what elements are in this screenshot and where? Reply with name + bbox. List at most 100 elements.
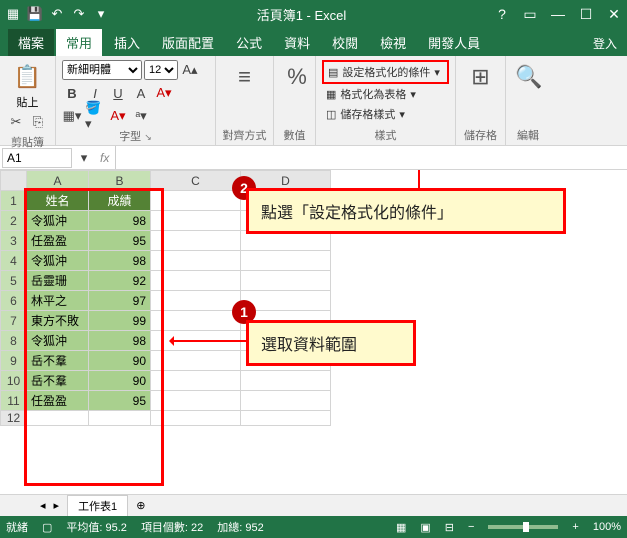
- cell[interactable]: 90: [89, 371, 151, 391]
- tab-home[interactable]: 常用: [56, 29, 102, 56]
- sheet-tab[interactable]: 工作表1: [67, 495, 128, 516]
- conditional-formatting-button[interactable]: ▤ 設定格式化的條件 ▾: [322, 60, 449, 84]
- tab-formulas[interactable]: 公式: [226, 29, 272, 56]
- namebox-dropdown-icon[interactable]: ▾: [74, 148, 94, 168]
- cell[interactable]: 95: [89, 391, 151, 411]
- cell[interactable]: 任盈盈: [27, 231, 89, 251]
- cell[interactable]: [241, 411, 331, 426]
- cell[interactable]: [151, 191, 241, 211]
- help-icon[interactable]: ?: [493, 6, 511, 23]
- fill-color-icon[interactable]: 🪣▾: [85, 106, 105, 126]
- cell[interactable]: 林平之: [27, 291, 89, 311]
- cell[interactable]: [89, 411, 151, 426]
- qat-dropdown-icon[interactable]: ▾: [92, 5, 110, 23]
- row-header[interactable]: 7: [1, 311, 27, 331]
- cell[interactable]: [151, 271, 241, 291]
- cell[interactable]: 任盈盈: [27, 391, 89, 411]
- tab-layout[interactable]: 版面配置: [152, 29, 224, 56]
- sheet-nav-next-icon[interactable]: ▸: [54, 499, 60, 512]
- maximize-icon[interactable]: ☐: [577, 6, 595, 23]
- sign-in-link[interactable]: 登入: [583, 31, 627, 56]
- cell[interactable]: 岳不羣: [27, 351, 89, 371]
- cell[interactable]: 東方不敗: [27, 311, 89, 331]
- zoom-slider[interactable]: [488, 525, 558, 529]
- cell[interactable]: 98: [89, 251, 151, 271]
- cell-styles-button[interactable]: ◫ 儲存格樣式 ▾: [322, 104, 449, 124]
- cell[interactable]: 岳靈珊: [27, 271, 89, 291]
- row-header[interactable]: 3: [1, 231, 27, 251]
- cell[interactable]: 90: [89, 351, 151, 371]
- row-header[interactable]: 6: [1, 291, 27, 311]
- row-header[interactable]: 8: [1, 331, 27, 351]
- row-header[interactable]: 10: [1, 371, 27, 391]
- row-header[interactable]: 4: [1, 251, 27, 271]
- zoom-out-icon[interactable]: −: [468, 521, 474, 533]
- cell[interactable]: [151, 351, 241, 371]
- cell[interactable]: [151, 231, 241, 251]
- bold-button[interactable]: B: [62, 83, 82, 103]
- cell[interactable]: [27, 411, 89, 426]
- cell[interactable]: [241, 251, 331, 271]
- tab-review[interactable]: 校閱: [322, 29, 368, 56]
- cell[interactable]: [241, 391, 331, 411]
- cell[interactable]: [151, 211, 241, 231]
- cell[interactable]: 成績: [89, 191, 151, 211]
- tab-insert[interactable]: 插入: [104, 29, 150, 56]
- col-header-a[interactable]: A: [27, 171, 89, 191]
- row-header[interactable]: 2: [1, 211, 27, 231]
- font-name-select[interactable]: 新細明體: [62, 60, 142, 80]
- format-as-table-button[interactable]: ▦ 格式化為表格 ▾: [322, 84, 449, 104]
- col-header-b[interactable]: B: [89, 171, 151, 191]
- name-box[interactable]: [2, 148, 72, 168]
- row-header[interactable]: 9: [1, 351, 27, 371]
- select-all-corner[interactable]: [1, 171, 27, 191]
- cell[interactable]: [151, 371, 241, 391]
- paste-button[interactable]: 貼上: [6, 94, 49, 110]
- cell[interactable]: 99: [89, 311, 151, 331]
- font-dialog-launcher[interactable]: ↘: [144, 132, 152, 142]
- row-header[interactable]: 1: [1, 191, 27, 211]
- close-icon[interactable]: ✕: [605, 6, 623, 23]
- undo-icon[interactable]: ↶: [48, 5, 66, 23]
- copy-icon[interactable]: ⎘: [28, 112, 48, 132]
- cell[interactable]: [241, 271, 331, 291]
- tab-file[interactable]: 檔案: [8, 29, 54, 56]
- view-page-layout-icon[interactable]: ▣: [420, 521, 430, 534]
- alignment-icon[interactable]: ≡: [228, 60, 262, 94]
- cell[interactable]: [151, 411, 241, 426]
- font-color-icon[interactable]: A▾: [154, 83, 174, 103]
- cell[interactable]: 98: [89, 211, 151, 231]
- cell[interactable]: 98: [89, 331, 151, 351]
- decrease-font-icon[interactable]: A: [131, 83, 151, 103]
- cell[interactable]: 岳不羣: [27, 371, 89, 391]
- cell[interactable]: 姓名: [27, 191, 89, 211]
- tab-developer[interactable]: 開發人員: [418, 29, 490, 56]
- cell[interactable]: 令狐沖: [27, 331, 89, 351]
- tab-view[interactable]: 檢視: [370, 29, 416, 56]
- cut-icon[interactable]: ✂: [6, 112, 26, 132]
- cell[interactable]: [151, 311, 241, 331]
- row-header[interactable]: 5: [1, 271, 27, 291]
- formula-bar[interactable]: [115, 146, 627, 169]
- save-icon[interactable]: 💾: [26, 5, 44, 23]
- phonetic-icon[interactable]: ᵃ▾: [131, 106, 151, 126]
- cell[interactable]: 95: [89, 231, 151, 251]
- cell[interactable]: [151, 391, 241, 411]
- font-size-select[interactable]: 12: [144, 60, 178, 80]
- macro-record-icon[interactable]: ▢: [42, 521, 52, 534]
- redo-icon[interactable]: ↷: [70, 5, 88, 23]
- font-color2-icon[interactable]: A▾: [108, 106, 128, 126]
- cell[interactable]: 97: [89, 291, 151, 311]
- fx-icon[interactable]: fx: [94, 151, 115, 165]
- view-normal-icon[interactable]: ▦: [396, 521, 406, 534]
- paste-icon[interactable]: 📋: [11, 60, 45, 94]
- zoom-in-icon[interactable]: +: [572, 521, 578, 533]
- cell[interactable]: 92: [89, 271, 151, 291]
- find-icon[interactable]: 🔍: [512, 60, 546, 94]
- cell[interactable]: [241, 371, 331, 391]
- underline-button[interactable]: U: [108, 83, 128, 103]
- row-header[interactable]: 11: [1, 391, 27, 411]
- col-header-c[interactable]: C: [151, 171, 241, 191]
- percent-icon[interactable]: %: [280, 60, 314, 94]
- view-page-break-icon[interactable]: ⊟: [445, 521, 454, 534]
